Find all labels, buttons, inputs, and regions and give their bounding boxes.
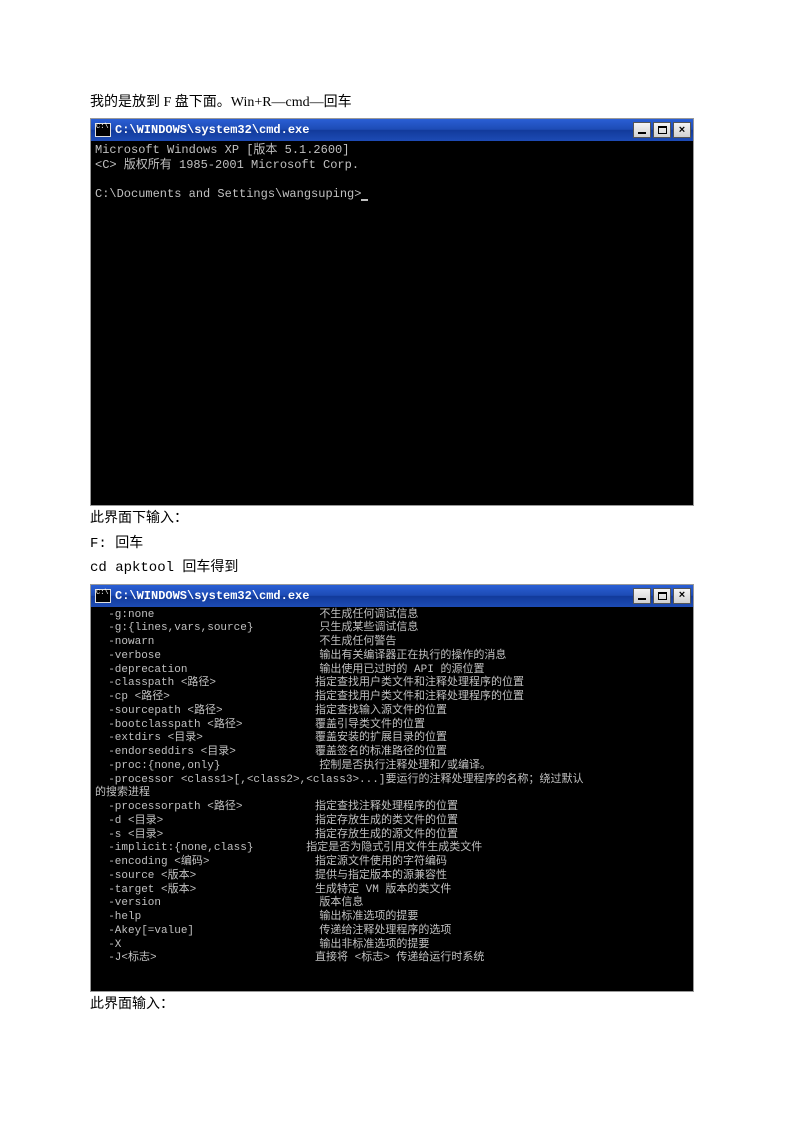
window-controls-1: × [633, 122, 691, 138]
maximize-button[interactable] [653, 122, 671, 138]
titlebar-text-1: C:\WINDOWS\system32\cmd.exe [115, 123, 633, 137]
terminal-body-2[interactable]: -g:none 不生成任何调试信息 -g:{lines,vars,source}… [91, 607, 693, 991]
maximize-button[interactable] [653, 588, 671, 604]
close-button[interactable]: × [673, 588, 691, 604]
cmd-icon [95, 589, 111, 603]
terminal-window-2: C:\WINDOWS\system32\cmd.exe × -g:none 不生… [90, 584, 694, 992]
titlebar-2: C:\WINDOWS\system32\cmd.exe × [91, 585, 693, 607]
doc-line-input-label: 此界面下输入： [90, 508, 710, 530]
minimize-button[interactable] [633, 588, 651, 604]
terminal-body-1[interactable]: Microsoft Windows XP [版本 5.1.2600] <C> 版… [91, 141, 693, 505]
doc-line-cd-apktool: cd apktool 回车得到 [90, 557, 710, 579]
doc-line-input-label-2: 此界面输入： [90, 994, 710, 1016]
terminal-output-2: -g:none 不生成任何调试信息 -g:{lines,vars,source}… [95, 609, 583, 991]
cursor-icon [361, 199, 368, 201]
close-button[interactable]: × [673, 122, 691, 138]
titlebar-text-2: C:\WINDOWS\system32\cmd.exe [115, 589, 633, 603]
terminal-window-1: C:\WINDOWS\system32\cmd.exe × Microsoft … [90, 118, 694, 506]
titlebar-1: C:\WINDOWS\system32\cmd.exe × [91, 119, 693, 141]
terminal-output-1: Microsoft Windows XP [版本 5.1.2600] <C> 版… [95, 143, 361, 200]
minimize-button[interactable] [633, 122, 651, 138]
cmd-icon [95, 123, 111, 137]
doc-line-f-enter: F: 回车 [90, 533, 710, 555]
window-controls-2: × [633, 588, 691, 604]
doc-line-intro: 我的是放到 F 盘下面。Win+R—cmd—回车 [90, 92, 710, 114]
